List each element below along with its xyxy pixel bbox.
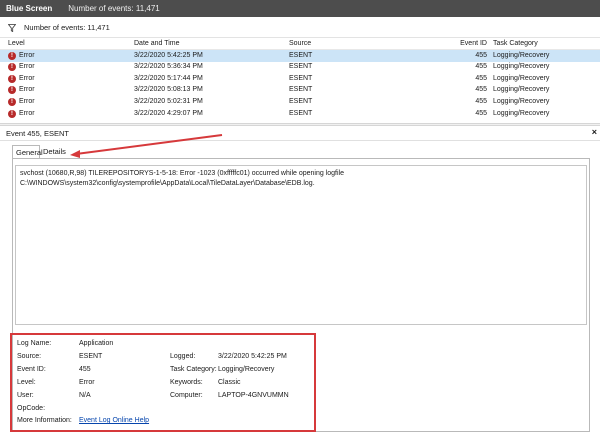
filter-icon[interactable] bbox=[8, 23, 16, 32]
task-category-value: Logging/Recovery bbox=[218, 366, 275, 373]
row-date: 3/22/2020 5:42:25 PM bbox=[134, 51, 203, 59]
row-event-id: 455 bbox=[475, 51, 487, 59]
pane-splitter[interactable] bbox=[0, 123, 600, 126]
event-detail-header: Event 455, ESENT × bbox=[0, 127, 600, 141]
row-task-category: Logging/Recovery bbox=[493, 63, 550, 71]
user-value: N/A bbox=[79, 392, 91, 399]
row-level: Error bbox=[19, 97, 35, 105]
row-task-category: Logging/Recovery bbox=[493, 51, 550, 59]
row-source: ESENT bbox=[289, 109, 313, 117]
computer-label: Computer: bbox=[170, 392, 203, 399]
row-task-category: Logging/Recovery bbox=[493, 86, 550, 94]
source-label: Source: bbox=[17, 353, 42, 360]
error-icon: ! bbox=[8, 63, 16, 72]
detail-tabs: General Details bbox=[12, 145, 272, 159]
row-source: ESENT bbox=[289, 97, 313, 105]
task-category-label: Task Category: bbox=[170, 366, 217, 373]
logged-value: 3/22/2020 5:42:25 PM bbox=[218, 353, 287, 360]
row-event-id: 455 bbox=[475, 86, 487, 94]
row-level: Error bbox=[19, 86, 35, 94]
event-row[interactable]: ! Error 3/22/2020 5:17:44 PM ESENT 455 Loggin… bbox=[0, 73, 600, 85]
filter-bar: Number of events: 11,471 bbox=[0, 18, 600, 38]
col-header-task-category[interactable]: Task Category bbox=[493, 40, 538, 47]
filter-count-text: Number of events: 11,471 bbox=[24, 23, 110, 32]
event-row[interactable]: ! Error 3/22/2020 5:08:13 PM ESENT 455 Loggin… bbox=[0, 85, 600, 97]
event-id-value: 455 bbox=[79, 366, 91, 373]
error-icon: ! bbox=[8, 86, 16, 95]
row-task-category: Logging/Recovery bbox=[493, 74, 550, 82]
row-level: Error bbox=[19, 63, 35, 71]
keywords-value: Classic bbox=[218, 379, 241, 386]
event-row[interactable]: ! Error 3/22/2020 5:02:31 PM ESENT 455 Loggin… bbox=[0, 96, 600, 108]
tab-details[interactable]: Details bbox=[40, 145, 70, 158]
row-task-category: Logging/Recovery bbox=[493, 109, 550, 117]
row-source: ESENT bbox=[289, 63, 313, 71]
row-level: Error bbox=[19, 109, 35, 117]
row-source: ESENT bbox=[289, 74, 313, 82]
row-task-category: Logging/Recovery bbox=[493, 97, 550, 105]
source-value: ESENT bbox=[79, 353, 103, 360]
opcode-label: OpCode: bbox=[17, 405, 46, 412]
event-row[interactable]: ! Error 3/22/2020 4:29:07 PM ESENT 455 Loggin… bbox=[0, 108, 600, 119]
event-message-text[interactable]: svchost (10680,R,98) TILEREPOSITORYS-1-5… bbox=[15, 165, 587, 325]
level-value: Error bbox=[79, 379, 95, 386]
more-info-label: More Information: bbox=[17, 417, 72, 424]
col-header-event-id[interactable]: Event ID bbox=[460, 40, 487, 47]
level-label: Level: bbox=[17, 379, 36, 386]
window-titlebar: Blue Screen Number of events: 11,471 bbox=[0, 0, 600, 17]
row-event-id: 455 bbox=[475, 97, 487, 105]
row-event-id: 455 bbox=[475, 74, 487, 82]
keywords-label: Keywords: bbox=[170, 379, 203, 386]
row-date: 3/22/2020 5:36:34 PM bbox=[134, 63, 203, 71]
error-icon: ! bbox=[8, 74, 16, 83]
col-header-level[interactable]: Level bbox=[8, 40, 25, 47]
events-count: Number of events: 11,471 bbox=[68, 4, 160, 13]
error-icon: ! bbox=[8, 97, 16, 106]
tab-general[interactable]: General bbox=[12, 145, 43, 158]
error-icon: ! bbox=[8, 51, 16, 60]
event-detail-title: Event 455, ESENT bbox=[6, 129, 69, 138]
col-header-date[interactable]: Date and Time bbox=[134, 40, 180, 47]
row-date: 3/22/2020 4:29:07 PM bbox=[134, 109, 203, 117]
user-label: User: bbox=[17, 392, 34, 399]
close-icon[interactable]: × bbox=[592, 127, 597, 137]
events-grid[interactable]: Level Date and Time Source Event ID Task… bbox=[0, 38, 600, 119]
event-log-online-help-link[interactable]: Event Log Online Help bbox=[79, 417, 149, 424]
row-event-id: 455 bbox=[475, 63, 487, 71]
row-level: Error bbox=[19, 51, 35, 59]
row-date: 3/22/2020 5:02:31 PM bbox=[134, 97, 203, 105]
event-row[interactable]: ! Error 3/22/2020 5:42:25 PM ESENT 455 Loggin… bbox=[0, 50, 600, 62]
logged-label: Logged: bbox=[170, 353, 196, 360]
error-icon: ! bbox=[8, 109, 16, 118]
row-date: 3/22/2020 5:08:13 PM bbox=[134, 86, 203, 94]
col-header-source[interactable]: Source bbox=[289, 40, 311, 47]
row-level: Error bbox=[19, 74, 35, 82]
view-title: Blue Screen bbox=[6, 4, 53, 13]
row-date: 3/22/2020 5:17:44 PM bbox=[134, 74, 203, 82]
event-row[interactable]: ! Error 3/22/2020 5:36:34 PM ESENT 455 Loggin… bbox=[0, 62, 600, 74]
log-name-label: Log Name: bbox=[17, 340, 52, 347]
row-source: ESENT bbox=[289, 86, 313, 94]
row-source: ESENT bbox=[289, 51, 313, 59]
row-event-id: 455 bbox=[475, 109, 487, 117]
log-name-value: Application bbox=[79, 340, 114, 347]
computer-value: LAPTOP-4GNVUMMN bbox=[218, 392, 289, 399]
event-id-label: Event ID: bbox=[17, 366, 46, 373]
grid-header: Level Date and Time Source Event ID Task… bbox=[0, 38, 600, 50]
